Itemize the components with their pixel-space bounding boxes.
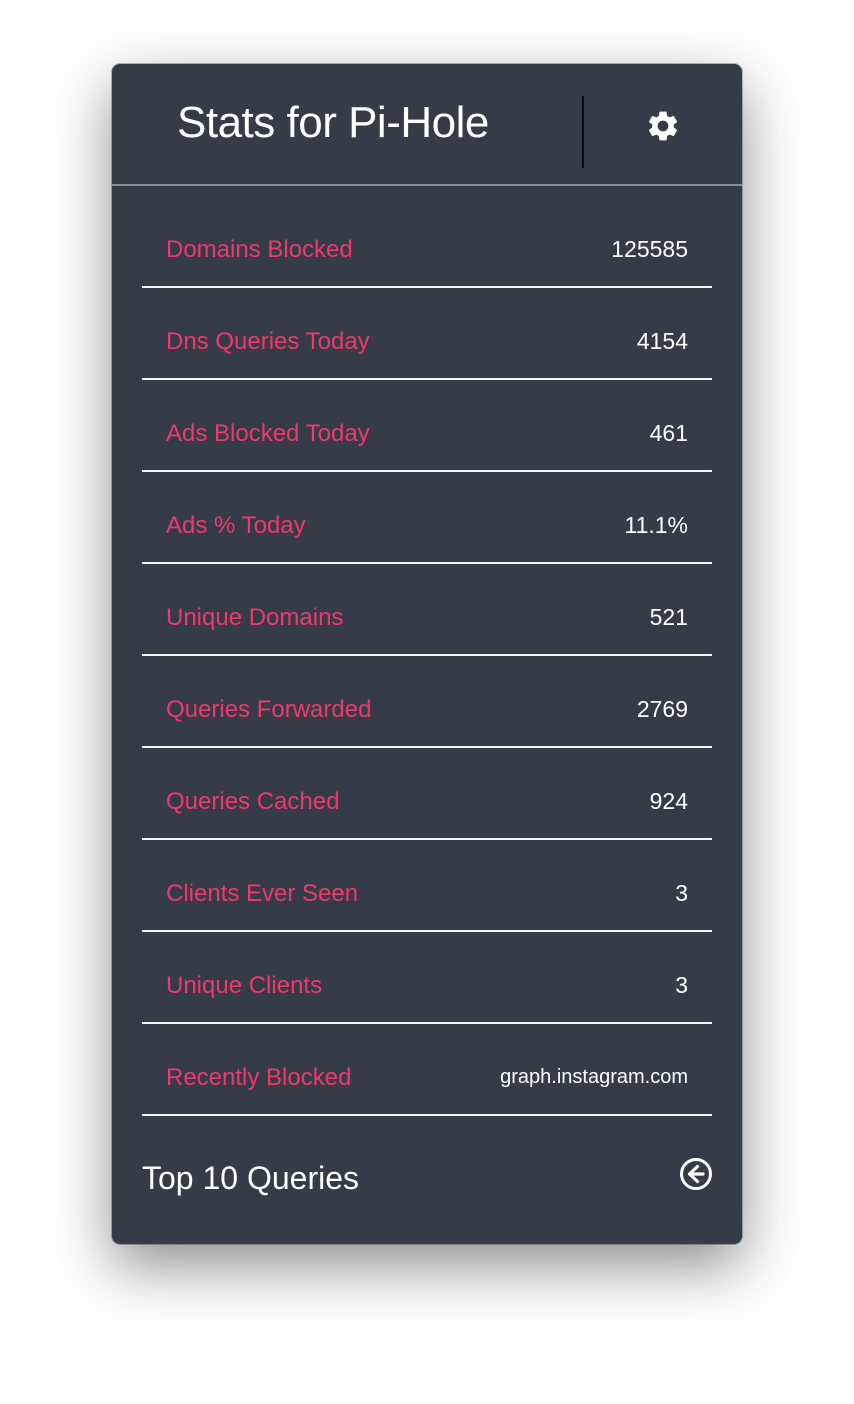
stat-row-queries-cached: Queries Cached 924 [142, 748, 712, 840]
stat-label: Unique Domains [166, 604, 344, 631]
page-title: Stats for Pi-Hole [177, 98, 489, 147]
stat-value: 461 [649, 420, 688, 446]
stat-row-unique-domains: Unique Domains 521 [142, 564, 712, 656]
stat-label: Ads Blocked Today [166, 420, 370, 447]
stat-label: Recently Blocked [166, 1064, 352, 1091]
stat-row-domains-blocked: Domains Blocked 125585 [142, 196, 712, 288]
stat-value: 521 [649, 604, 688, 630]
stat-label: Clients Ever Seen [166, 880, 359, 907]
header-divider [582, 96, 584, 168]
stat-label: Dns Queries Today [166, 328, 370, 355]
stat-value: 11.1% [624, 512, 688, 538]
stat-value: 4154 [636, 328, 688, 354]
stat-label: Queries Cached [166, 788, 340, 815]
arrow-circle-left-icon[interactable] [678, 1156, 714, 1192]
stat-value: graph.instagram.com [500, 1066, 688, 1088]
stat-row-clients-ever-seen: Clients Ever Seen 3 [142, 840, 712, 932]
stat-label: Ads % Today [166, 512, 306, 539]
stat-row-queries-forwarded: Queries Forwarded 2769 [142, 656, 712, 748]
stats-window: Stats for Pi-Hole Domains Blocked 125585… [112, 64, 742, 1244]
stats-list: Domains Blocked 125585 Dns Queries Today… [142, 196, 712, 1116]
stat-row-dns-queries-today: Dns Queries Today 4154 [142, 288, 712, 380]
stat-row-ads-blocked-today: Ads Blocked Today 461 [142, 380, 712, 472]
stat-value: 3 [675, 972, 688, 998]
stat-row-unique-clients: Unique Clients 3 [142, 932, 712, 1024]
stat-label: Queries Forwarded [166, 696, 372, 723]
gear-icon[interactable] [645, 108, 681, 144]
stat-value: 924 [649, 788, 688, 814]
stat-value: 3 [675, 880, 688, 906]
stat-label: Unique Clients [166, 972, 323, 999]
stat-row-recently-blocked: Recently Blocked graph.instagram.com [142, 1024, 712, 1116]
header: Stats for Pi-Hole [112, 64, 742, 186]
stat-row-ads-percent-today: Ads % Today 11.1% [142, 472, 712, 564]
stat-value: 2769 [636, 696, 688, 722]
stat-label: Domains Blocked [166, 236, 353, 263]
top-queries-link[interactable]: Top 10 Queries [142, 1160, 359, 1197]
stat-value: 125585 [611, 236, 688, 262]
